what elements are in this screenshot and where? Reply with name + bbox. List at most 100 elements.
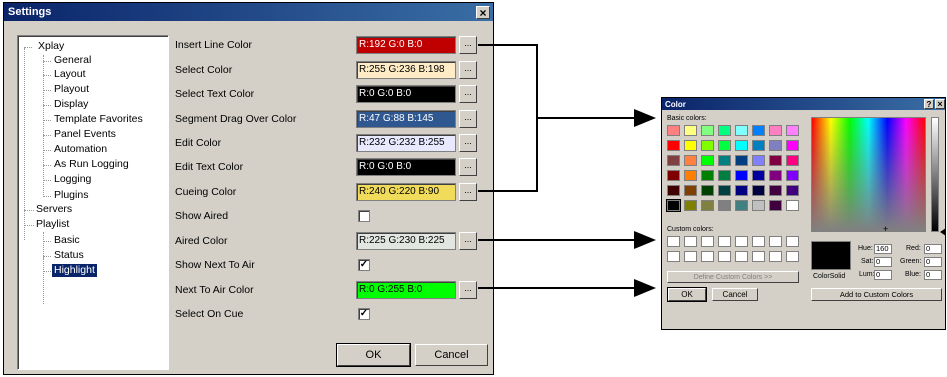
insert-line-color-picker-button[interactable]: ... [459,36,477,54]
tree-item-plugins[interactable]: Plugins [52,189,90,202]
luminance-slider[interactable] [931,117,939,232]
ok-button[interactable]: OK [336,343,411,367]
tree-item-xplay[interactable]: Xplay [36,40,66,53]
aired-color-picker-button[interactable]: ... [459,232,477,250]
tree-item-basic[interactable]: Basic [52,234,82,247]
basic-color-swatch[interactable] [786,200,799,211]
basic-color-swatch[interactable] [684,170,697,181]
basic-color-swatch[interactable] [735,185,748,196]
basic-color-swatch[interactable] [752,185,765,196]
close-icon[interactable]: × [935,99,945,109]
help-icon[interactable]: ? [924,99,934,109]
basic-color-swatch[interactable] [684,200,697,211]
edit-text-color-picker-button[interactable]: ... [459,158,477,176]
tree-item-panel-events[interactable]: Panel Events [52,128,118,141]
basic-color-swatch[interactable] [701,185,714,196]
basic-color-swatch[interactable] [735,155,748,166]
color-spectrum[interactable] [811,117,926,232]
basic-color-swatch[interactable] [735,200,748,211]
basic-color-swatch[interactable] [752,200,765,211]
custom-color-swatch[interactable] [701,236,714,247]
custom-color-swatch[interactable] [701,251,714,262]
tree-item-playout[interactable]: Playout [52,83,91,96]
edit-color-picker-button[interactable]: ... [459,134,477,152]
basic-color-swatch[interactable] [769,155,782,166]
basic-color-swatch[interactable] [786,185,799,196]
basic-color-swatch[interactable] [735,125,748,136]
basic-color-swatch[interactable] [684,185,697,196]
basic-color-swatch[interactable] [735,170,748,181]
basic-color-swatch[interactable] [752,140,765,151]
basic-color-swatch[interactable] [786,170,799,181]
lum-input[interactable]: 0 [874,270,892,280]
tree-item-playlist[interactable]: Playlist [34,218,71,231]
basic-color-swatch[interactable] [752,155,765,166]
basic-color-swatch[interactable] [769,125,782,136]
basic-color-swatch[interactable] [667,155,680,166]
basic-color-swatch[interactable] [735,140,748,151]
custom-color-swatch[interactable] [684,236,697,247]
select-color-picker-button[interactable]: ... [459,61,477,79]
custom-color-swatch[interactable] [752,236,765,247]
basic-color-swatch[interactable] [667,185,680,196]
custom-color-swatch[interactable] [769,236,782,247]
show-aired-checkbox[interactable] [358,210,370,222]
basic-color-swatch[interactable] [667,140,680,151]
color-cancel-button[interactable]: Cancel [712,288,758,301]
blue-input[interactable]: 0 [924,270,942,280]
basic-color-swatch[interactable] [718,185,731,196]
basic-color-swatch[interactable] [769,140,782,151]
basic-color-swatch[interactable] [718,170,731,181]
basic-color-swatch[interactable] [701,155,714,166]
basic-color-swatch[interactable] [769,170,782,181]
basic-color-swatch[interactable] [769,185,782,196]
next-to-air-color-picker-button[interactable]: ... [459,281,477,299]
basic-color-swatch[interactable] [718,140,731,151]
basic-color-swatch[interactable] [684,155,697,166]
custom-color-swatch[interactable] [718,236,731,247]
custom-color-swatch[interactable] [718,251,731,262]
basic-color-swatch[interactable] [701,170,714,181]
basic-color-swatch[interactable] [718,155,731,166]
cancel-button[interactable]: Cancel [415,344,488,366]
custom-color-swatch[interactable] [667,236,680,247]
red-input[interactable]: 0 [924,244,942,254]
tree-item-display[interactable]: Display [52,98,90,111]
basic-color-swatch[interactable] [666,199,681,212]
select-text-color-picker-button[interactable]: ... [459,85,477,103]
tree-item-status[interactable]: Status [52,249,86,262]
cueing-color-picker-button[interactable]: ... [459,183,477,201]
basic-color-swatch[interactable] [701,125,714,136]
close-icon[interactable]: × [476,6,490,20]
select-on-cue-checkbox[interactable]: ✓ [358,308,370,320]
add-to-custom-colors-button[interactable]: Add to Custom Colors [811,288,942,301]
hue-input[interactable]: 160 [874,244,892,254]
show-next-to-air-checkbox[interactable]: ✓ [358,259,370,271]
color-ok-button[interactable]: OK [667,287,707,302]
custom-color-swatch[interactable] [667,251,680,262]
basic-color-swatch[interactable] [701,200,714,211]
custom-color-swatch[interactable] [769,251,782,262]
slider-arrow-icon[interactable] [940,228,946,236]
basic-color-swatch[interactable] [667,170,680,181]
custom-color-swatch[interactable] [786,236,799,247]
custom-color-swatch[interactable] [735,251,748,262]
basic-color-swatch[interactable] [684,125,697,136]
tree-item-as-run-logging[interactable]: As Run Logging [52,158,131,171]
custom-color-swatch[interactable] [786,251,799,262]
basic-color-swatch[interactable] [701,140,714,151]
basic-color-swatch[interactable] [718,125,731,136]
basic-color-swatch[interactable] [786,155,799,166]
basic-color-swatch[interactable] [786,140,799,151]
tree-item-servers[interactable]: Servers [34,203,74,216]
basic-color-swatch[interactable] [752,125,765,136]
custom-color-swatch[interactable] [752,251,765,262]
sat-input[interactable]: 0 [874,257,892,267]
green-input[interactable]: 0 [924,257,942,267]
basic-color-swatch[interactable] [769,200,782,211]
custom-color-swatch[interactable] [735,236,748,247]
segment-drag-over-color-picker-button[interactable]: ... [459,110,477,128]
basic-color-swatch[interactable] [667,125,680,136]
tree-item-highlight[interactable]: Highlight [52,264,97,277]
basic-color-swatch[interactable] [752,170,765,181]
